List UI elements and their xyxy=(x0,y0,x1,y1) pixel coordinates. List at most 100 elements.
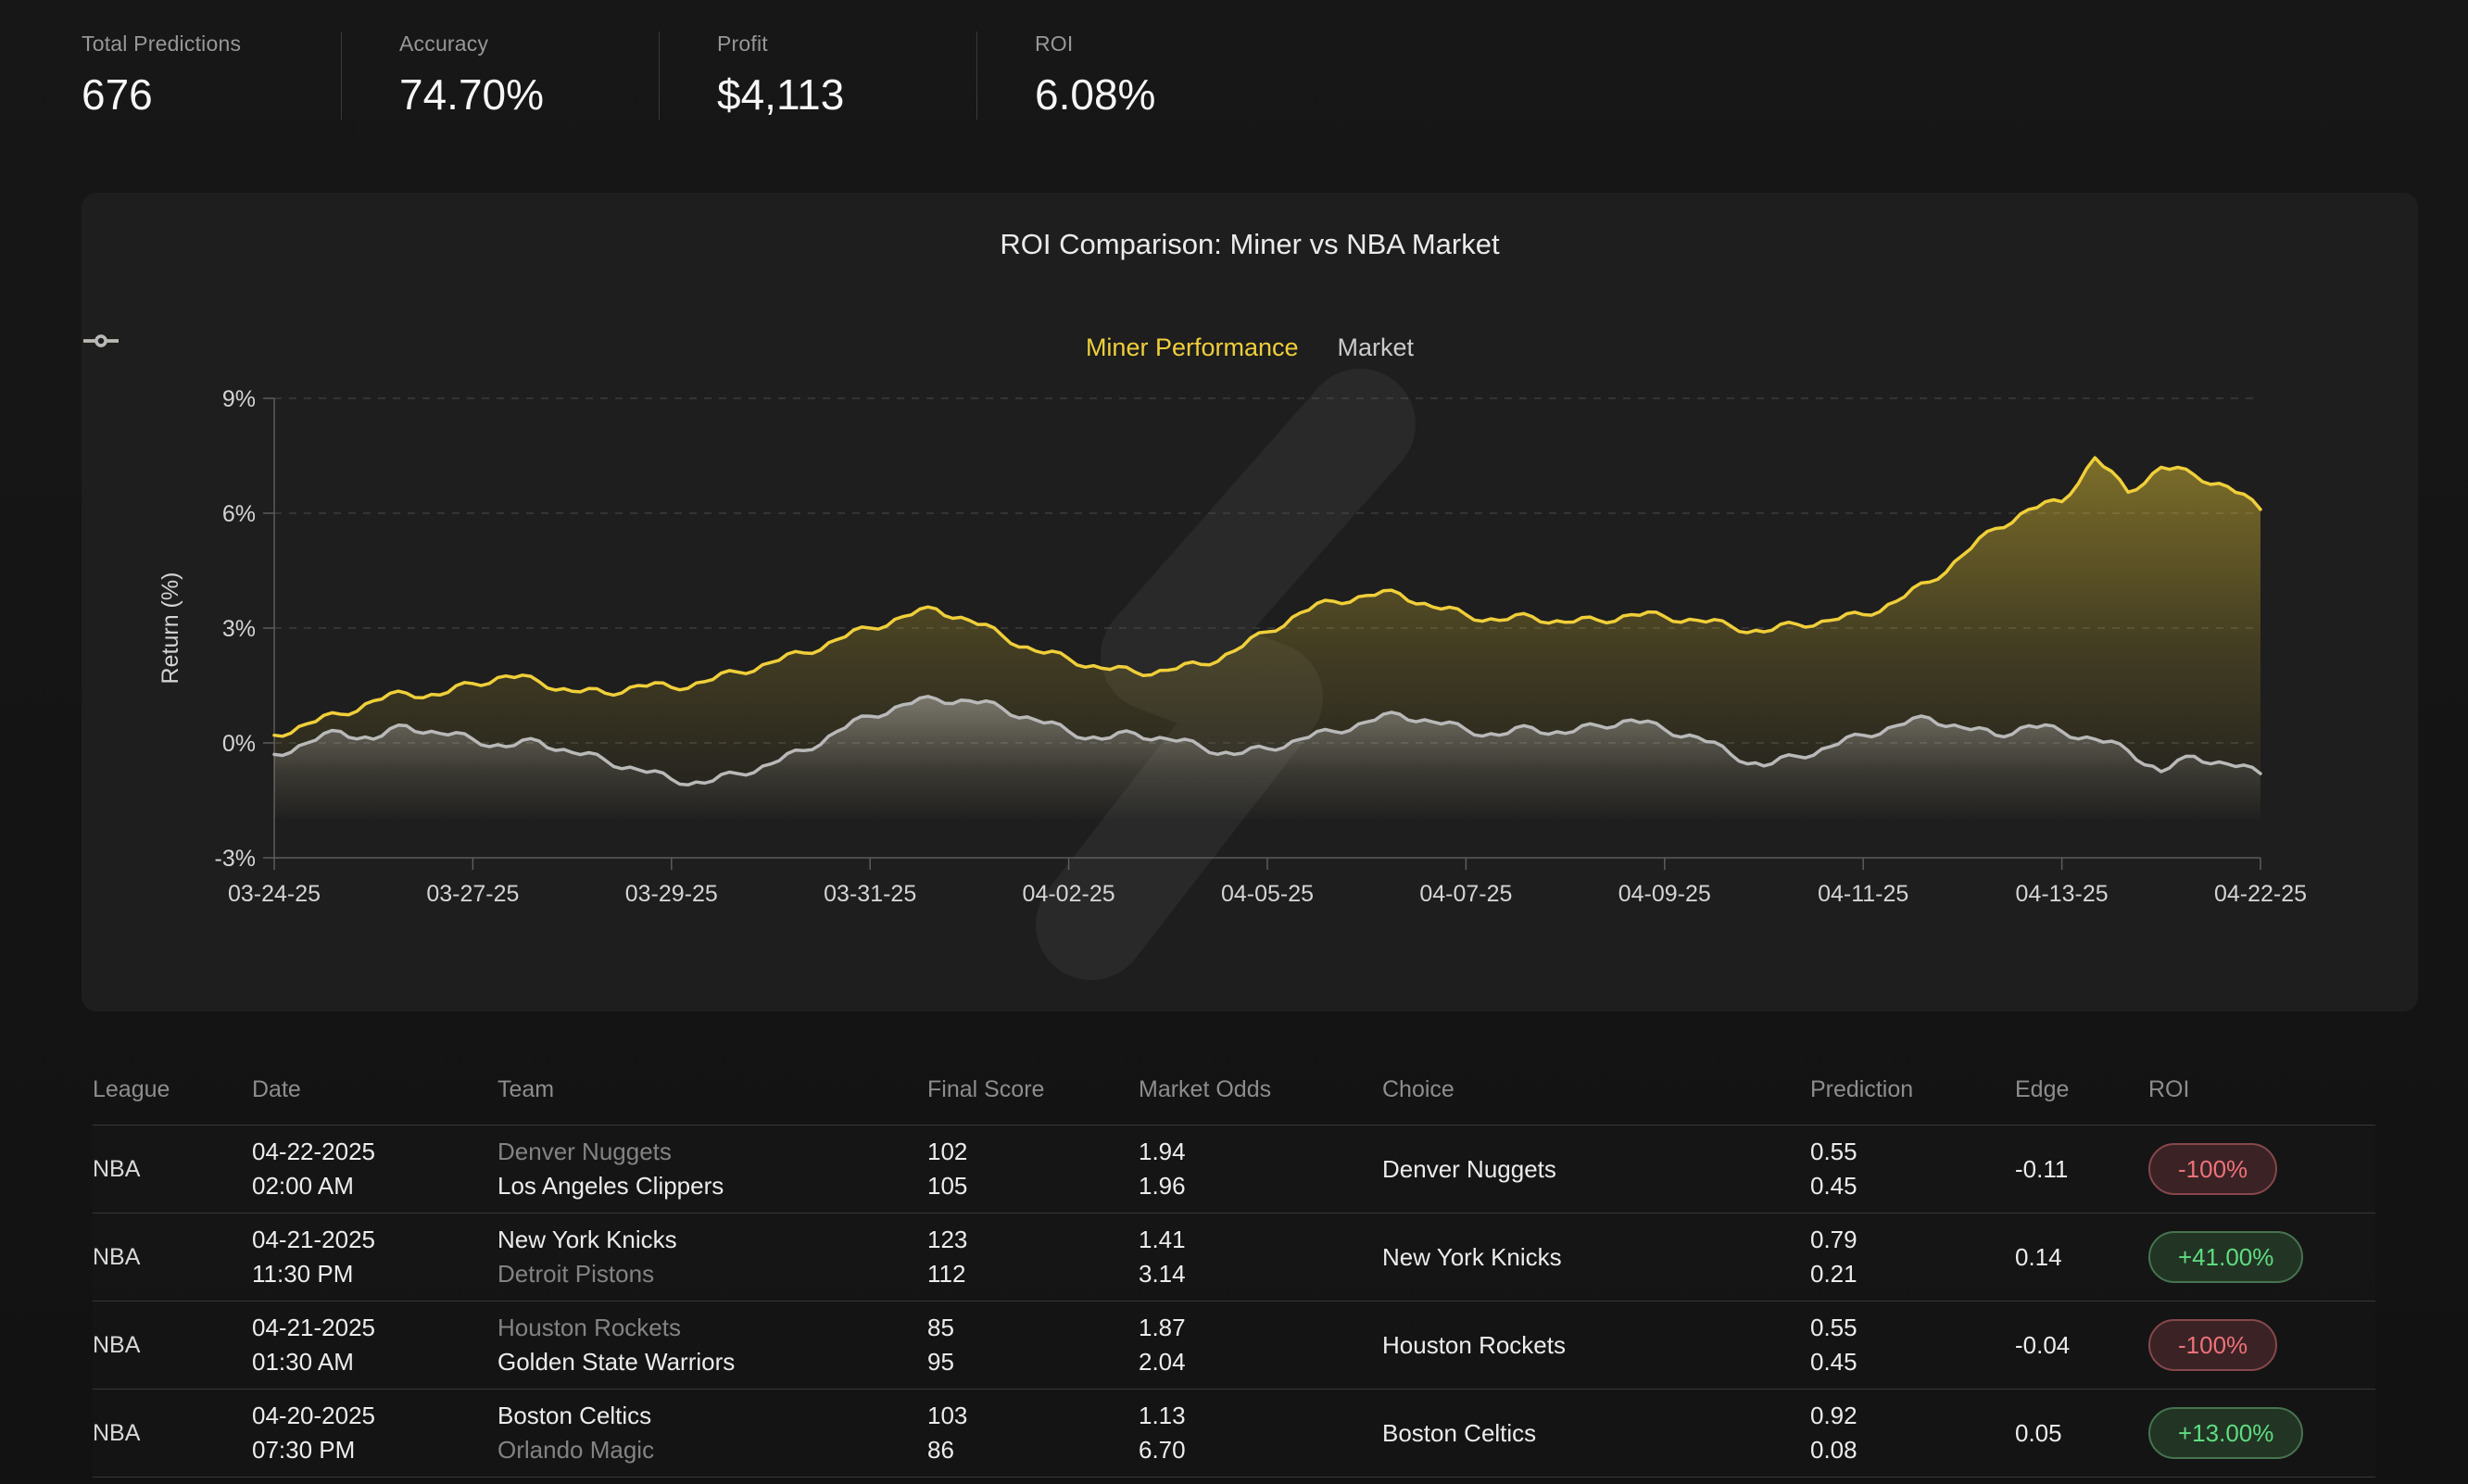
prediction-cell: 0.55 0.45 xyxy=(1810,1138,2015,1200)
edge-cell: -0.04 xyxy=(2015,1331,2148,1360)
column-header-roi: ROI xyxy=(2148,1076,2367,1103)
team-cell: Boston Celtics Orlando Magic xyxy=(497,1402,927,1464)
team-name: Golden State Warriors xyxy=(497,1348,927,1377)
score-line: 85 xyxy=(927,1314,1139,1342)
roi-badge: +13.00% xyxy=(2148,1407,2303,1459)
prediction-line: 0.55 xyxy=(1810,1138,2015,1166)
column-header-date: Date xyxy=(252,1076,497,1103)
stats-bar: Total Predictions 676 Accuracy 74.70% Pr… xyxy=(82,31,1294,119)
date-line: 11:30 PM xyxy=(252,1260,497,1289)
svg-text:03-24-25: 03-24-25 xyxy=(228,881,321,907)
score-line: 112 xyxy=(927,1260,1139,1289)
chart-card: 9%6%3%0%-3%03-24-2503-27-2503-29-2503-31… xyxy=(82,193,2418,1012)
stat-accuracy: Accuracy 74.70% xyxy=(341,31,659,119)
svg-text:Return (%): Return (%) xyxy=(157,572,183,685)
team-name: Denver Nuggets xyxy=(497,1138,927,1166)
score-cell: 123112 xyxy=(927,1226,1139,1288)
odds-line: 1.41 xyxy=(1139,1226,1382,1254)
svg-text:04-07-25: 04-07-25 xyxy=(1419,881,1512,907)
table-header: League Date Team Final Score Market Odds… xyxy=(93,1076,2375,1125)
svg-text:04-05-25: 04-05-25 xyxy=(1221,881,1314,907)
svg-text:03-27-25: 03-27-25 xyxy=(426,881,519,907)
legend-item-miner-performance[interactable]: Miner Performance xyxy=(1086,333,1299,362)
svg-text:03-29-25: 03-29-25 xyxy=(625,881,718,907)
score-cell: 102105 xyxy=(927,1138,1139,1200)
odds-line: 1.13 xyxy=(1139,1402,1382,1430)
prediction-cell: 0.79 0.21 xyxy=(1810,1226,2015,1288)
roi-cell: +13.00% xyxy=(2148,1407,2367,1459)
stat-label: Accuracy xyxy=(399,31,659,57)
column-header-final-score: Final Score xyxy=(927,1076,1139,1103)
odds-line: 1.96 xyxy=(1139,1172,1382,1201)
roi-badge: -100% xyxy=(2148,1319,2277,1371)
team-name: New York Knicks xyxy=(497,1226,927,1254)
stat-value: 74.70% xyxy=(399,69,659,119)
team-name: Boston Celtics xyxy=(497,1402,927,1430)
table-row: NBA04-21-202511:30 PMNew York KnicksDetr… xyxy=(93,1213,2375,1301)
svg-text:04-13-25: 04-13-25 xyxy=(2016,881,2109,907)
league-cell: NBA xyxy=(93,1332,252,1359)
score-cell: 10386 xyxy=(927,1402,1139,1464)
legend-item-market[interactable]: Market xyxy=(1338,333,1415,362)
svg-text:0%: 0% xyxy=(222,731,256,757)
team-cell: New York KnicksDetroit Pistons xyxy=(497,1226,927,1288)
score-cell: 8595 xyxy=(927,1314,1139,1376)
team-cell: Houston Rockets Golden State Warriors xyxy=(497,1314,927,1376)
team-name: Los Angeles Clippers xyxy=(497,1172,927,1201)
date-cell: 04-20-202507:30 PM xyxy=(252,1402,497,1464)
legend-label: Market xyxy=(1338,333,1415,362)
odds-line: 2.04 xyxy=(1139,1348,1382,1377)
score-line: 103 xyxy=(927,1402,1139,1430)
team-name: Orlando Magic xyxy=(497,1436,927,1465)
svg-text:-3%: -3% xyxy=(215,846,256,872)
roi-cell: -100% xyxy=(2148,1319,2367,1371)
score-line: 105 xyxy=(927,1172,1139,1201)
prediction-line: 0.08 xyxy=(1810,1436,2015,1465)
stat-value: 676 xyxy=(82,69,341,119)
league-cell: NBA xyxy=(93,1156,252,1183)
prediction-line: 0.92 xyxy=(1810,1402,2015,1430)
odds-cell: 1.136.70 xyxy=(1139,1402,1382,1464)
roi-chart[interactable]: 9%6%3%0%-3%03-24-2503-27-2503-29-2503-31… xyxy=(82,193,2418,1012)
choice-cell: Houston Rockets xyxy=(1382,1331,1810,1360)
odds-cell: 1.41 3.14 xyxy=(1139,1226,1382,1288)
legend-marker-icon xyxy=(82,333,120,348)
prediction-line: 0.55 xyxy=(1810,1314,2015,1342)
prediction-line: 0.79 xyxy=(1810,1226,2015,1254)
prediction-line: 0.21 xyxy=(1810,1260,2015,1289)
svg-text:04-09-25: 04-09-25 xyxy=(1618,881,1711,907)
date-line: 02:00 AM xyxy=(252,1172,497,1201)
stat-roi: ROI 6.08% xyxy=(976,31,1294,119)
svg-text:6%: 6% xyxy=(222,501,256,527)
date-line: 01:30 AM xyxy=(252,1348,497,1377)
league-cell: NBA xyxy=(93,1420,252,1447)
stat-label: Profit xyxy=(717,31,976,57)
edge-cell: -0.11 xyxy=(2015,1155,2148,1184)
chart-title: ROI Comparison: Miner vs NBA Market xyxy=(82,228,2418,261)
column-header-market-odds: Market Odds xyxy=(1139,1076,1382,1103)
odds-line: 1.87 xyxy=(1139,1314,1382,1342)
choice-cell: Boston Celtics xyxy=(1382,1419,1810,1448)
svg-text:04-02-25: 04-02-25 xyxy=(1023,881,1115,907)
prediction-cell: 0.92 0.08 xyxy=(1810,1402,2015,1464)
choice-cell: New York Knicks xyxy=(1382,1243,1810,1272)
table-row: NBA04-20-202507:30 PMBoston CelticsOrlan… xyxy=(93,1389,2375,1478)
prediction-cell: 0.550.45 xyxy=(1810,1314,2015,1376)
stat-label: Total Predictions xyxy=(82,31,341,57)
score-line: 102 xyxy=(927,1138,1139,1166)
column-header-prediction: Prediction xyxy=(1810,1076,2015,1103)
legend-label: Miner Performance xyxy=(1086,333,1299,362)
team-name: Houston Rockets xyxy=(497,1314,927,1342)
svg-text:04-11-25: 04-11-25 xyxy=(1818,881,1908,907)
column-header-choice: Choice xyxy=(1382,1076,1810,1103)
edge-cell: 0.14 xyxy=(2015,1243,2148,1272)
roi-cell: -100% xyxy=(2148,1143,2367,1195)
roi-cell: +41.00% xyxy=(2148,1231,2367,1283)
date-line: 04-22-2025 xyxy=(252,1138,497,1166)
odds-line: 3.14 xyxy=(1139,1260,1382,1289)
date-cell: 04-21-202501:30 AM xyxy=(252,1314,497,1376)
column-header-edge: Edge xyxy=(2015,1076,2148,1103)
date-cell: 04-21-202511:30 PM xyxy=(252,1226,497,1288)
prediction-line: 0.45 xyxy=(1810,1172,2015,1201)
roi-badge: -100% xyxy=(2148,1143,2277,1195)
